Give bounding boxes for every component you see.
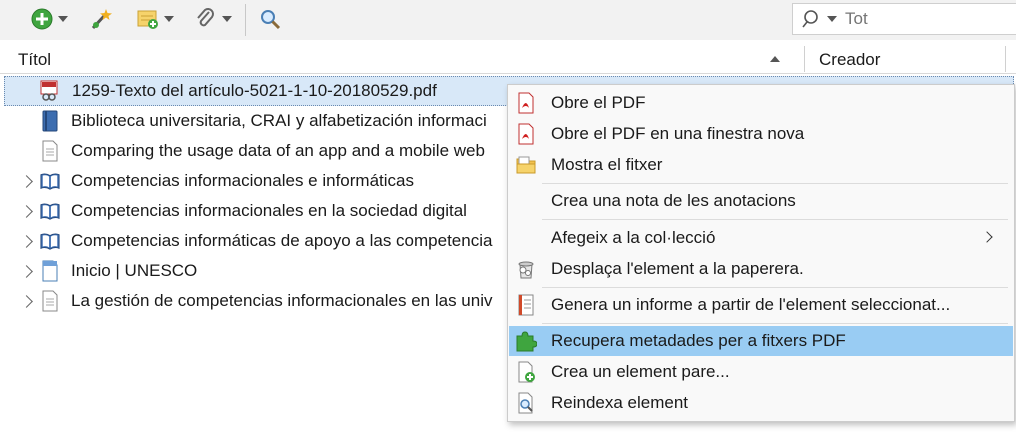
row-title: Competencias informacionales en la socie… — [71, 201, 467, 220]
menu-separator — [542, 219, 1008, 220]
document-icon — [42, 140, 58, 162]
search-icon[interactable] — [801, 8, 827, 30]
pdf-icon — [518, 92, 534, 114]
search-input[interactable] — [843, 8, 1007, 30]
menu-item-label: Reindexa element — [551, 393, 689, 412]
paperclip-icon — [197, 8, 214, 27]
menu-item-label: Obre el PDF en una finestra nova — [551, 124, 805, 143]
row-title: La gestión de competencias informacional… — [71, 291, 493, 310]
search-box — [792, 3, 1016, 35]
report-icon — [518, 294, 534, 316]
pdf-link-icon — [40, 80, 58, 101]
column-creator[interactable]: Creador — [819, 50, 880, 70]
chevron-right-icon — [981, 231, 993, 243]
menu-item-create-note-from-annotations[interactable]: Crea una nota de les anotacions — [509, 186, 1013, 216]
menu-item-open-pdf[interactable]: Obre el PDF — [509, 88, 1013, 118]
row-title: Comparing the usage data of an app and a… — [71, 141, 485, 160]
magic-wand-icon — [91, 9, 112, 30]
chevron-down-icon[interactable] — [827, 16, 837, 22]
new-item-button[interactable] — [30, 6, 68, 32]
row-title: 1259-Texto del artículo-5021-1-10-201805… — [72, 81, 437, 100]
reindex-icon — [518, 392, 533, 414]
expand-chevron-icon[interactable] — [20, 294, 33, 308]
row-title: Biblioteca universitaria, CRAI y alfabet… — [71, 111, 487, 130]
column-title[interactable]: Títol — [18, 50, 51, 70]
menu-item-retrieve-pdf-metadata[interactable]: Recupera metadades per a fitxers PDF — [509, 326, 1013, 356]
pdf-icon — [518, 123, 534, 145]
menu-item-open-pdf-new-window[interactable]: Obre el PDF en una finestra nova — [509, 119, 1013, 149]
menu-item-generate-report[interactable]: Genera un informe a partir de l'element … — [509, 290, 1013, 320]
open-book-icon — [40, 233, 60, 250]
document-icon — [42, 290, 58, 312]
sort-ascending-icon — [770, 56, 780, 62]
expand-chevron-icon[interactable] — [20, 204, 33, 218]
menu-item-move-to-trash[interactable]: Desplaça l'element a la paperera. — [509, 254, 1013, 284]
book-icon — [42, 110, 58, 132]
menu-item-label: Recupera metadades per a fitxers PDF — [551, 331, 846, 350]
add-by-identifier-button[interactable] — [88, 6, 114, 32]
menu-item-show-file[interactable]: Mostra el fitxer — [509, 150, 1013, 180]
open-book-icon — [40, 203, 60, 220]
chevron-down-icon — [222, 16, 232, 22]
menu-item-label: Genera un informe a partir de l'element … — [551, 295, 951, 314]
row-title: Competencias informacionales e informáti… — [71, 171, 414, 190]
context-menu: Obre el PDF Obre el PDF en una finestra … — [507, 84, 1015, 422]
menu-item-label: Mostra el fitxer — [551, 155, 663, 174]
column-divider[interactable] — [804, 46, 805, 72]
chevron-down-icon — [164, 16, 174, 22]
webpage-icon — [42, 260, 58, 282]
row-title: Competencias informáticas de apoyo a las… — [71, 231, 493, 250]
green-plus-icon — [31, 8, 53, 30]
note-icon — [137, 10, 158, 29]
add-attachment-button[interactable] — [194, 6, 232, 32]
menu-separator — [542, 323, 1008, 324]
menu-item-label: Afegeix a la col·lecció — [551, 228, 716, 247]
menu-separator — [542, 183, 1008, 184]
menu-item-label: Crea un element pare... — [551, 362, 730, 381]
column-divider[interactable] — [1005, 46, 1006, 72]
menu-item-add-to-collection[interactable]: Afegeix a la col·lecció — [509, 223, 1013, 253]
menu-separator — [542, 287, 1008, 288]
trash-icon — [518, 261, 534, 279]
expand-chevron-icon[interactable] — [20, 264, 33, 278]
expand-chevron-icon[interactable] — [20, 174, 33, 188]
folder-icon — [516, 156, 536, 174]
column-header: Títol Creador — [0, 44, 1016, 74]
menu-item-label: Obre el PDF — [551, 93, 646, 112]
menu-item-create-parent-item[interactable]: Crea un element pare... — [509, 357, 1013, 387]
row-title: Inicio | UNESCO — [71, 261, 198, 280]
puzzle-icon — [516, 331, 537, 352]
new-note-button[interactable] — [136, 6, 174, 32]
magnifier-icon — [261, 10, 281, 30]
menu-item-reindex-item[interactable]: Reindexa element — [509, 388, 1013, 418]
expand-chevron-icon[interactable] — [20, 234, 33, 248]
open-book-icon — [40, 173, 60, 190]
chevron-down-icon — [58, 16, 68, 22]
menu-item-label: Desplaça l'element a la paperera. — [551, 259, 804, 278]
new-parent-icon — [518, 361, 535, 383]
menu-item-label: Crea una nota de les anotacions — [551, 191, 796, 210]
toolbar — [0, 0, 1016, 40]
toolbar-divider — [245, 4, 246, 36]
advanced-search-button[interactable] — [258, 6, 282, 32]
